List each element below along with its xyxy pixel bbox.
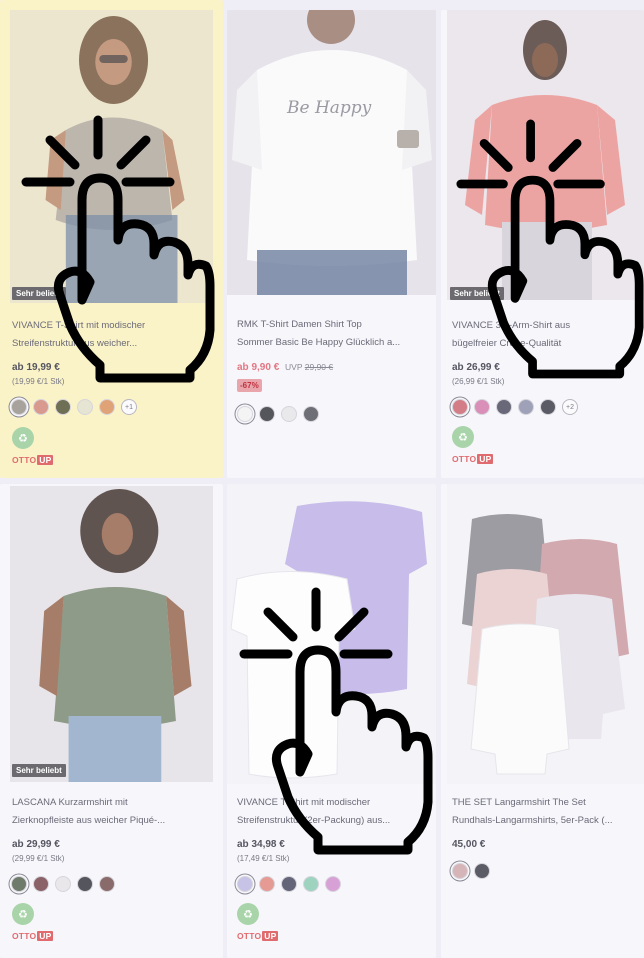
otto-up-logo: OTTO UP (12, 931, 54, 941)
popular-badge: Sehr beliebt (12, 287, 66, 300)
color-swatch[interactable] (281, 406, 297, 422)
sustainability-icon: ♻ (237, 903, 259, 925)
discount-badge: -67% (237, 379, 262, 392)
color-swatch[interactable] (11, 399, 27, 415)
product-price: ab 19,99 € (12, 362, 60, 373)
product-card-3[interactable]: Sehr beliebt VIVANCE 3/4-Arm-Shirt aus b… (441, 10, 644, 478)
color-swatch[interactable] (474, 863, 490, 879)
product-image-5[interactable] (227, 484, 436, 784)
product-image-3[interactable] (447, 10, 644, 300)
color-swatch[interactable] (55, 876, 71, 892)
color-swatches (452, 863, 490, 879)
unit-price: (17,49 €/1 Stk) (237, 854, 290, 863)
color-swatch[interactable] (77, 399, 93, 415)
color-swatch[interactable] (303, 406, 319, 422)
product-card-6[interactable]: THE SET Langarmshirt The Set Rundhals-La… (441, 484, 644, 958)
color-swatch[interactable] (77, 876, 93, 892)
color-swatch[interactable] (474, 399, 490, 415)
color-swatches: +2 (452, 399, 578, 415)
otto-up-logo: OTTO UP (237, 931, 279, 941)
product-card-4[interactable]: Sehr beliebt LASCANA Kurzarmshirt mit Zi… (0, 484, 223, 958)
more-colors-button[interactable]: +1 (121, 399, 137, 415)
unit-price: (19,99 €/1 Stk) (12, 377, 65, 386)
color-swatch[interactable] (33, 876, 49, 892)
product-title[interactable]: LASCANA Kurzarmshirt mit Zierknopfleiste… (12, 794, 215, 830)
product-card-1[interactable]: Sehr beliebt VIVANCE T-Shirt mit modisch… (0, 0, 223, 478)
product-price: ab 9,90 € UVP 29,90 € (237, 362, 334, 373)
product-image-2[interactable] (227, 10, 436, 295)
product-title[interactable]: VIVANCE 3/4-Arm-Shirt aus bügelfreier Cr… (452, 317, 636, 353)
color-swatch[interactable] (11, 876, 27, 892)
color-swatch[interactable] (99, 876, 115, 892)
otto-up-logo: OTTO UP (12, 455, 54, 465)
sustainability-icon: ♻ (12, 427, 34, 449)
product-price: ab 34,98 € (237, 839, 285, 850)
product-price: ab 26,99 € (452, 362, 500, 373)
product-image-4[interactable] (10, 486, 213, 782)
sustainability-icon: ♻ (452, 426, 474, 448)
color-swatches (237, 406, 319, 422)
popular-badge: Sehr beliebt (450, 287, 504, 300)
color-swatch[interactable] (237, 876, 253, 892)
color-swatch[interactable] (55, 399, 71, 415)
more-colors-button[interactable]: +2 (562, 399, 578, 415)
unit-price: (26,99 €/1 Stk) (452, 377, 505, 386)
product-grid: Sehr beliebt VIVANCE T-Shirt mit modisch… (0, 0, 644, 958)
product-title[interactable]: VIVANCE T-Shirt mit modischer Streifenst… (237, 794, 428, 830)
color-swatch[interactable] (496, 399, 512, 415)
shirt-print-text: Be Happy (287, 98, 372, 118)
product-title[interactable]: THE SET Langarmshirt The Set Rundhals-La… (452, 794, 636, 830)
color-swatch[interactable] (99, 399, 115, 415)
product-card-2[interactable]: Be Happy RMK T-Shirt Damen Shirt Top Som… (227, 10, 436, 478)
color-swatch[interactable] (259, 876, 275, 892)
product-image-1[interactable] (10, 10, 213, 303)
color-swatch[interactable] (518, 399, 534, 415)
unit-price: (29,99 €/1 Stk) (12, 854, 65, 863)
otto-up-logo: OTTO UP (452, 454, 494, 464)
color-swatch[interactable] (237, 406, 253, 422)
sustainability-icon: ♻ (12, 903, 34, 925)
product-image-6[interactable] (447, 484, 644, 784)
color-swatches (11, 876, 115, 892)
product-price: 45,00 € (452, 839, 486, 850)
product-card-5[interactable]: VIVANCE T-Shirt mit modischer Streifenst… (227, 484, 436, 958)
color-swatch[interactable] (452, 399, 468, 415)
color-swatches (237, 876, 341, 892)
product-price: ab 29,99 € (12, 839, 60, 850)
color-swatch[interactable] (540, 399, 556, 415)
color-swatch[interactable] (325, 876, 341, 892)
color-swatches: +1 (11, 399, 137, 415)
product-title[interactable]: RMK T-Shirt Damen Shirt Top Sommer Basic… (237, 316, 428, 352)
popular-badge: Sehr beliebt (12, 764, 66, 777)
color-swatch[interactable] (259, 406, 275, 422)
color-swatch[interactable] (281, 876, 297, 892)
color-swatch[interactable] (33, 399, 49, 415)
color-swatch[interactable] (452, 863, 468, 879)
color-swatch[interactable] (303, 876, 319, 892)
product-title[interactable]: VIVANCE T-Shirt mit modischer Streifenst… (12, 317, 215, 353)
